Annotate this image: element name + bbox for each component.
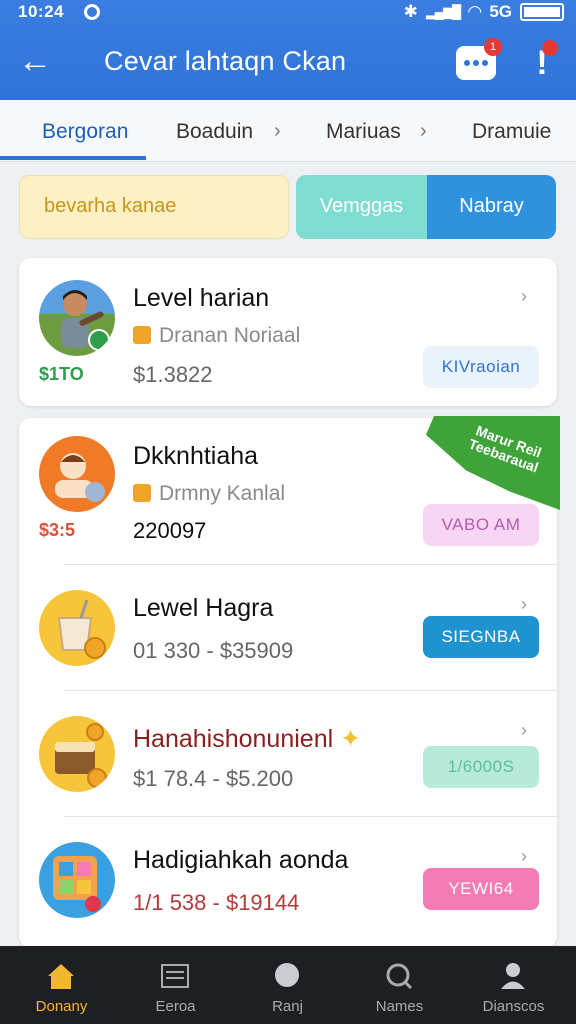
item-title: Dkknhtiaha bbox=[133, 442, 259, 470]
featured-card[interactable]: Level harian Dranan Noriaal $1TO $1.3822… bbox=[19, 258, 557, 406]
nav-item-donany[interactable]: Donany bbox=[4, 946, 119, 1024]
chevron-right-icon: › bbox=[274, 120, 281, 142]
chat-badge: 1 bbox=[484, 38, 502, 56]
bottom-nav: Donany Eeroa Ranj Names Dianscos bbox=[0, 946, 576, 1024]
item-action-button[interactable]: KIVraoian bbox=[423, 346, 539, 388]
alert-badge bbox=[542, 40, 558, 56]
status-notification-icon bbox=[84, 4, 100, 20]
person-photo-icon bbox=[61, 290, 110, 351]
sparkle-icon: ✦ bbox=[340, 725, 362, 753]
segment-vemggas[interactable]: Vemggas bbox=[296, 175, 427, 239]
item-price: 220097 bbox=[133, 518, 207, 543]
chevron-right-icon: › bbox=[521, 594, 527, 614]
back-arrow-icon[interactable]: ← bbox=[18, 44, 54, 80]
item-action-button[interactable]: VABO AM bbox=[423, 504, 539, 546]
item-title: Lewel Hagra bbox=[133, 594, 274, 622]
app-tiles-icon bbox=[53, 856, 101, 912]
chat-dot-icon bbox=[464, 60, 470, 66]
chevron-right-icon: › bbox=[521, 846, 527, 866]
chevron-right-icon: › bbox=[420, 120, 427, 142]
list-icon bbox=[161, 964, 189, 988]
avatar bbox=[39, 716, 115, 792]
list-item[interactable]: Hadigiahkah aonda 1/1 538 - $19144 › YEW… bbox=[19, 816, 557, 942]
item-price: 01 330 - $35909 bbox=[133, 638, 294, 663]
item-action-button[interactable]: YEWI64 bbox=[423, 868, 539, 910]
item-chip: $3:5 bbox=[39, 520, 76, 540]
page-title: Cevar lahtaqn Ckan bbox=[104, 46, 347, 76]
nav-item-ranj[interactable]: Ranj bbox=[230, 946, 345, 1024]
alert-button[interactable]: ! bbox=[528, 40, 558, 84]
chevron-right-icon: › bbox=[521, 286, 527, 306]
item-price: $1 78.4 - $5.200 bbox=[133, 766, 294, 791]
battery-icon bbox=[520, 3, 564, 21]
tab-bergoran[interactable]: Bergoran bbox=[42, 120, 128, 144]
app-header: 10:24 ✱ ▂▄▆█ ◠ 5G ← Cevar lahtaqn Ckan 1… bbox=[0, 0, 576, 100]
nav-item-eeroa[interactable]: Eeroa bbox=[118, 946, 233, 1024]
nav-item-names[interactable]: Names bbox=[342, 946, 457, 1024]
item-title: Hanahishonunienl ✦ bbox=[133, 725, 362, 753]
avatar bbox=[39, 436, 115, 512]
tab-dramuie[interactable]: Dramuie bbox=[472, 120, 551, 144]
item-price: 1/1 538 - $19144 bbox=[133, 890, 300, 915]
status-bar: 10:24 ✱ ▂▄▆█ ◠ 5G bbox=[0, 0, 576, 26]
item-action-button[interactable]: SIEGNBA bbox=[423, 616, 539, 658]
bluetooth-icon: ✱ bbox=[403, 2, 418, 21]
signal-icon: ▂▄▆█ bbox=[425, 4, 461, 19]
search-icon bbox=[386, 963, 413, 990]
hand-coin-icon bbox=[55, 453, 105, 502]
chat-dot-icon bbox=[482, 60, 488, 66]
tag-icon bbox=[133, 326, 151, 344]
active-tab-indicator bbox=[0, 156, 146, 160]
tab-bar: Bergoran Boaduin › Mariuas › Dramuie bbox=[0, 100, 576, 162]
home-icon bbox=[48, 964, 74, 989]
item-chip: $1TO bbox=[39, 364, 84, 384]
item-subtitle: Drmny Kanlal bbox=[133, 482, 285, 506]
tab-boaduin[interactable]: Boaduin bbox=[176, 120, 253, 144]
status-time: 10:24 bbox=[18, 2, 64, 21]
filter-chip[interactable]: bevarha kanae bbox=[19, 175, 289, 239]
bubble-icon bbox=[275, 963, 299, 987]
promo-ribbon: Marur Reil Teebaraual bbox=[426, 416, 560, 510]
network-type: 5G bbox=[489, 2, 512, 21]
avatar bbox=[39, 842, 115, 918]
item-title: Level harian bbox=[133, 284, 270, 312]
avatar bbox=[39, 590, 115, 666]
tag-icon bbox=[133, 484, 151, 502]
item-subtitle: Dranan Noriaal bbox=[133, 324, 300, 348]
avatar bbox=[39, 280, 115, 356]
list-item[interactable]: Hanahishonunienl ✦ $1 78.4 - $5.200 › 1/… bbox=[19, 690, 557, 816]
item-action-button[interactable]: 1/6000S bbox=[423, 746, 539, 788]
item-price: $1.3822 bbox=[133, 362, 213, 387]
wifi-icon: ◠ bbox=[468, 2, 482, 21]
segment-nabray[interactable]: Nabray bbox=[427, 175, 556, 239]
person-icon bbox=[501, 963, 525, 989]
cake-coin-icon bbox=[55, 723, 107, 788]
tab-mariuas[interactable]: Mariuas bbox=[326, 120, 401, 144]
segmented-control: Vemggas Nabray bbox=[296, 175, 556, 239]
cup-icon bbox=[57, 599, 106, 659]
chat-button[interactable]: 1 bbox=[456, 38, 502, 80]
nav-item-dianscos[interactable]: Dianscos bbox=[456, 946, 571, 1024]
list-item[interactable]: Lewel Hagra 01 330 - $35909 › SIEGNBA bbox=[19, 564, 557, 690]
chevron-right-icon: › bbox=[521, 720, 527, 740]
item-title: Hadigiahkah aonda bbox=[133, 846, 349, 874]
chat-dot-icon bbox=[473, 60, 479, 66]
